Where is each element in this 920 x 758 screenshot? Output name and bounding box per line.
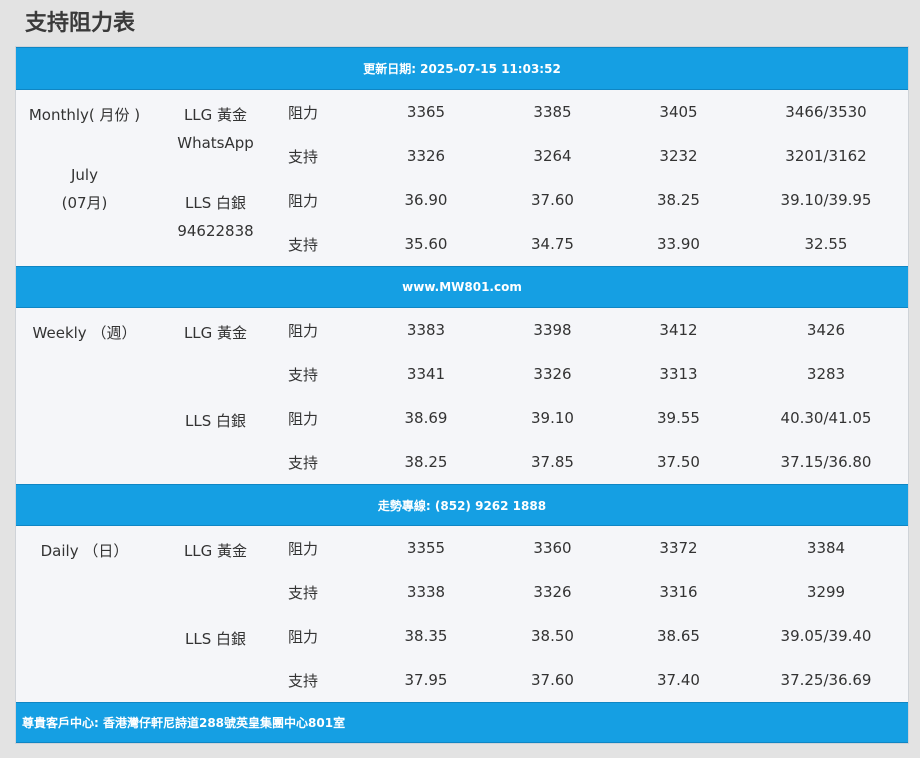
level-type-label: 支持 xyxy=(288,453,319,472)
level-value: 37.85 xyxy=(531,453,574,471)
level-value: 39.10 xyxy=(531,409,574,427)
level-value: 3365 xyxy=(406,103,446,121)
level-type-label: 支持 xyxy=(288,147,319,166)
level-value: 38.50 xyxy=(531,627,574,645)
level-value: 3398 xyxy=(533,321,572,339)
period-label-line: Monthly( 月份 ) xyxy=(28,106,141,124)
metal-label-line: LLS 白銀 xyxy=(184,630,246,648)
section-table: Monthly( 月份 ) July (07月) LLG 黃金 WhatsApp 阻力 33… xyxy=(16,90,908,266)
level-value: 37.95 xyxy=(404,671,448,689)
page-title: 支持阻力表 xyxy=(25,11,136,36)
section-daily: Daily （日） LLG 黃金 阻力 3355 3360 3372 3384 支持 3338 3… xyxy=(16,526,908,702)
metal-label-line: WhatsApp xyxy=(177,134,254,152)
level-value: 3385 xyxy=(533,103,572,121)
metal-label-line: LLS 白銀 xyxy=(184,194,246,212)
level-value: 3372 xyxy=(659,539,698,557)
level-value: 3264 xyxy=(533,147,572,165)
level-value: 3326 xyxy=(533,365,572,383)
level-value: 3466/3530 xyxy=(785,103,867,121)
period-label-line: (07月) xyxy=(61,194,108,212)
level-value: 3201/3162 xyxy=(785,147,867,165)
level-value: 3355 xyxy=(406,539,446,557)
level-value: 3384 xyxy=(806,539,846,557)
level-type-label: 支持 xyxy=(288,671,319,690)
level-type-label: 阻力 xyxy=(288,627,319,646)
level-value: 37.50 xyxy=(657,453,700,471)
level-value: 3338 xyxy=(406,583,446,601)
address-bar: 尊貴客戶中心: 香港灣仔軒尼詩道288號英皇集團中心801室 xyxy=(16,702,908,743)
metal-label-line: LLS 白銀 xyxy=(184,412,246,430)
level-value: 34.75 xyxy=(531,235,574,253)
level-type-label: 阻力 xyxy=(288,191,319,210)
period-label: Monthly( 月份 ) July (07月) xyxy=(16,90,153,266)
metal-label-line: LLG 黃金 xyxy=(183,106,248,124)
period-label-line: Weekly （週） xyxy=(32,324,137,342)
level-value: 39.10/39.95 xyxy=(780,191,872,209)
period-label: Weekly （週） xyxy=(16,308,153,484)
metal-label: LLS 白銀 xyxy=(153,614,278,702)
level-value: 3341 xyxy=(406,365,446,383)
level-value: 3313 xyxy=(659,365,698,383)
level-value: 37.60 xyxy=(531,671,574,689)
level-value: 3412 xyxy=(659,321,698,339)
level-type-label: 阻力 xyxy=(288,103,319,122)
metal-label: LLG 黃金 xyxy=(153,308,278,396)
metal-label: LLG 黃金 xyxy=(153,526,278,614)
metal-label-line: LLG 黃金 xyxy=(183,324,248,342)
metal-label-line: LLG 黃金 xyxy=(183,542,248,560)
level-type-label: 阻力 xyxy=(288,409,319,428)
level-value: 40.30/41.05 xyxy=(780,409,872,427)
level-value: 38.25 xyxy=(404,453,448,471)
support-resistance-table: 更新日期: 2025-07-15 11:03:52 Monthly( 月份 ) J… xyxy=(15,46,909,744)
level-value: 3232 xyxy=(659,147,698,165)
level-value: 3360 xyxy=(533,539,572,557)
level-value: 3299 xyxy=(806,583,846,601)
period-label-line: July xyxy=(71,166,98,184)
level-type-label: 阻力 xyxy=(288,321,319,340)
level-value: 37.40 xyxy=(657,671,700,689)
level-value: 3326 xyxy=(406,147,446,165)
period-label-line xyxy=(16,129,153,161)
period-label: Daily （日） xyxy=(16,526,153,702)
level-value: 3383 xyxy=(406,321,446,339)
level-value: 3316 xyxy=(659,583,698,601)
hotline-bar: 走勢專線: (852) 9262 1888 xyxy=(16,484,908,526)
level-value: 37.15/36.80 xyxy=(780,453,872,471)
period-label-line: Daily （日） xyxy=(40,542,129,560)
update-date-bar: 更新日期: 2025-07-15 11:03:52 xyxy=(16,47,908,90)
section-monthly: Monthly( 月份 ) July (07月) LLG 黃金 WhatsApp 阻力 33… xyxy=(16,90,908,266)
level-value: 3283 xyxy=(806,365,846,383)
level-value: 37.60 xyxy=(531,191,574,209)
level-value: 39.55 xyxy=(657,409,700,427)
level-value: 38.25 xyxy=(657,191,700,209)
table-row: Daily （日） LLG 黃金 阻力 3355 3360 3372 3384 xyxy=(16,526,908,570)
level-value: 3326 xyxy=(533,583,572,601)
level-value: 38.35 xyxy=(404,627,448,645)
level-type-label: 支持 xyxy=(288,235,319,254)
level-value: 33.90 xyxy=(657,235,700,253)
section-table: Daily （日） LLG 黃金 阻力 3355 3360 3372 3384 支持 3338 3… xyxy=(16,526,908,702)
level-value: 39.05/39.40 xyxy=(780,627,872,645)
section-weekly: Weekly （週） LLG 黃金 阻力 3383 3398 3412 3426 支持 3341… xyxy=(16,308,908,484)
metal-label-line: 94622838 xyxy=(177,222,254,240)
level-value: 35.60 xyxy=(404,235,448,253)
level-type-label: 支持 xyxy=(288,365,319,384)
website-bar: www.MW801.com xyxy=(16,266,908,308)
level-value: 32.55 xyxy=(804,235,848,253)
level-value: 37.25/36.69 xyxy=(780,671,872,689)
level-value: 3426 xyxy=(806,321,846,339)
metal-label: LLS 白銀 xyxy=(153,396,278,484)
section-table: Weekly （週） LLG 黃金 阻力 3383 3398 3412 3426 支持 3341… xyxy=(16,308,908,484)
level-type-label: 阻力 xyxy=(288,539,319,558)
level-value: 38.65 xyxy=(657,627,700,645)
metal-label: LLS 白銀 94622838 xyxy=(153,178,278,266)
table-row: Weekly （週） LLG 黃金 阻力 3383 3398 3412 3426 xyxy=(16,308,908,352)
level-value: 38.69 xyxy=(404,409,448,427)
level-value: 3405 xyxy=(659,103,698,121)
level-type-label: 支持 xyxy=(288,583,319,602)
metal-label: LLG 黃金 WhatsApp xyxy=(153,90,278,178)
level-value: 36.90 xyxy=(404,191,448,209)
table-row: Monthly( 月份 ) July (07月) LLG 黃金 WhatsApp 阻力 33… xyxy=(16,90,908,212)
